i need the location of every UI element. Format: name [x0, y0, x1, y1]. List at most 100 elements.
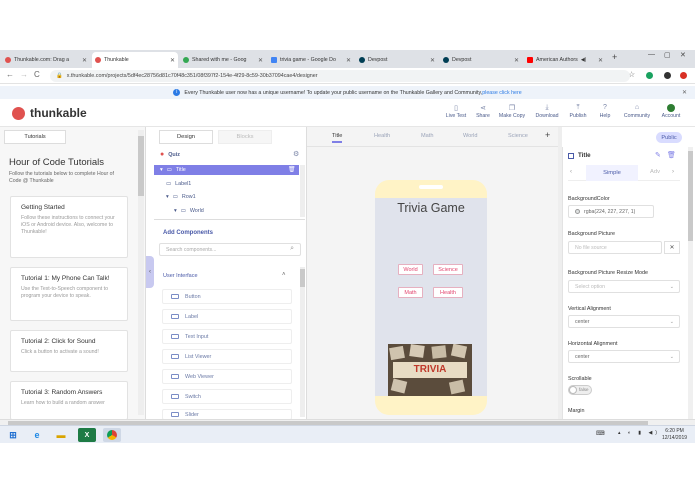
tutorials-scrollbar[interactable]	[138, 130, 144, 415]
tree-app-root[interactable]: ● Quiz	[160, 151, 180, 158]
reload-icon[interactable]: C	[34, 70, 40, 79]
delete-icon[interactable]: 🗑	[667, 151, 676, 159]
browser-tab[interactable]: Thunkable.com: Drag a ✕	[2, 52, 90, 68]
app-screen-preview[interactable]: Trivia Game World Science Math Health TR…	[375, 198, 487, 396]
chrome-icon[interactable]	[103, 428, 121, 442]
start-windows-icon[interactable]: ⊞	[4, 428, 22, 442]
section-user-interface[interactable]: User Interface	[163, 273, 198, 279]
tutorial-card[interactable]: Getting Started Follow these instructions…	[10, 196, 128, 258]
profile-avatar-icon[interactable]	[680, 72, 687, 79]
clear-picture-button[interactable]: ✕	[664, 241, 680, 254]
chevron-up-icon[interactable]: ˄	[282, 272, 286, 278]
help-button[interactable]: ? Help	[591, 104, 619, 119]
forward-icon[interactable]: →	[20, 70, 28, 79]
tree-item-title[interactable]: ▾ ▭ Title	[160, 167, 186, 173]
thunkable-logo[interactable]: thunkable	[12, 106, 87, 120]
chevron-left-icon[interactable]: ‹	[570, 169, 572, 175]
browser-tab[interactable]: Devpost ✕	[440, 52, 522, 68]
resize-mode-select[interactable]: Select option ⌄	[568, 280, 680, 293]
tab-tutorials[interactable]: Tutorials	[4, 130, 66, 144]
search-components-input[interactable]: Search components... ⌕	[159, 243, 301, 256]
trivia-image[interactable]: TRIVIA	[388, 344, 472, 396]
browser-tab[interactable]: American Authors ◀) ✕	[524, 52, 606, 68]
notice-link[interactable]: please click here	[482, 90, 521, 96]
close-icon[interactable]: ✕	[514, 57, 519, 64]
health-button[interactable]: Health	[433, 287, 463, 298]
component-text-input[interactable]: Text Input	[162, 329, 292, 344]
close-icon[interactable]: ✕	[346, 57, 351, 64]
browser-tab-active[interactable]: Thunkable ✕	[92, 52, 178, 68]
component-button[interactable]: Button	[162, 289, 292, 304]
component-list-viewer[interactable]: List Viewer	[162, 349, 292, 364]
screen-tab-world[interactable]: World	[463, 133, 478, 139]
screen-tab-science[interactable]: Science	[508, 133, 528, 139]
minimize-button[interactable]: —	[648, 51, 655, 58]
close-icon[interactable]: ✕	[430, 57, 435, 64]
horizontal-alignment-select[interactable]: center ⌄	[568, 350, 680, 363]
extension-icon[interactable]	[664, 72, 671, 79]
scrollable-toggle[interactable]: false	[568, 385, 592, 395]
science-button[interactable]: Science	[433, 264, 463, 275]
window-close-button[interactable]: ✕	[680, 51, 686, 59]
settings-icon[interactable]: ⚙	[293, 150, 299, 158]
close-icon[interactable]: ✕	[258, 57, 263, 64]
tutorial-card[interactable]: Tutorial 3: Random Answers Learn how to b…	[10, 381, 128, 420]
keyboard-icon[interactable]: ⌨	[596, 430, 605, 437]
tree-scrollbar[interactable]	[300, 165, 305, 217]
browser-tab[interactable]: Shared with me - Goog ✕	[180, 52, 266, 68]
tab-simple[interactable]: Simple	[586, 165, 638, 181]
components-scrollbar[interactable]	[300, 267, 305, 417]
delete-icon[interactable]: 🗑	[288, 166, 296, 173]
url-field[interactable]: 🔒 x.thunkable.com/projects/5df4ec28756d81…	[50, 70, 630, 82]
screen-tab-math[interactable]: Math	[421, 133, 433, 139]
make-copy-button[interactable]: ❐ Make Copy	[498, 104, 526, 119]
tree-item-row1[interactable]: ▾ ▭ Row1	[166, 194, 196, 200]
community-button[interactable]: ⌂ Community	[623, 104, 651, 119]
tab-advanced[interactable]: Adv	[650, 169, 660, 175]
excel-icon[interactable]: X	[78, 428, 96, 442]
close-icon[interactable]: ✕	[170, 57, 175, 64]
tree-item-label1[interactable]: ▭ Label1	[166, 181, 191, 187]
publish-button[interactable]: ⤒ Publish	[564, 104, 592, 119]
file-explorer-icon[interactable]: ▬	[52, 428, 70, 442]
tree-item-world[interactable]: ▾ ▭ World	[174, 208, 204, 214]
system-tray-icons[interactable]: ▴ ◐ ▮ ◀)	[618, 430, 660, 436]
world-button[interactable]: World	[398, 264, 423, 275]
tab-blocks[interactable]: Blocks	[218, 130, 272, 144]
vertical-alignment-select[interactable]: center ⌄	[568, 315, 680, 328]
screen-tab-health[interactable]: Health	[374, 133, 390, 139]
download-button[interactable]: ⤓ Download	[533, 104, 561, 119]
live-test-button[interactable]: ▯ Live Test	[442, 104, 470, 119]
tutorial-card[interactable]: Tutorial 1: My Phone Can Talk! Use the Te…	[10, 267, 128, 321]
properties-scrollbar[interactable]	[688, 147, 693, 420]
component-switch[interactable]: Switch	[162, 389, 292, 404]
new-tab-button[interactable]: +	[612, 52, 617, 62]
maximize-button[interactable]: ▢	[664, 51, 671, 59]
account-button[interactable]: Account	[657, 104, 685, 119]
background-color-field[interactable]: rgba(224, 227, 227, 1)	[568, 205, 654, 218]
screen-tab-title[interactable]: Title	[332, 133, 343, 143]
tutorial-card[interactable]: Tutorial 2: Click for Sound Click a butto…	[10, 330, 128, 372]
browser-tab[interactable]: trivia game - Google Do ✕	[268, 52, 354, 68]
back-icon[interactable]: ←	[6, 70, 14, 79]
share-button[interactable]: ⋖ Share	[469, 104, 497, 119]
collapse-panel-toggle[interactable]: ‹	[146, 256, 154, 288]
edit-icon[interactable]: ✎	[655, 151, 661, 159]
close-icon[interactable]: ✕	[598, 57, 603, 64]
add-screen-button[interactable]: +	[545, 130, 550, 140]
browser-tab[interactable]: Devpost ✕	[356, 52, 438, 68]
close-icon[interactable]: ✕	[82, 57, 87, 64]
app-title-label[interactable]: Trivia Game	[375, 201, 487, 215]
internet-explorer-icon[interactable]: e	[28, 428, 46, 442]
clock[interactable]: 6:20 PM 12/14/2019	[662, 428, 687, 442]
public-toggle[interactable]: Public	[656, 132, 682, 143]
dismiss-icon[interactable]: ✕	[682, 89, 687, 96]
component-label[interactable]: Label	[162, 309, 292, 324]
component-web-viewer[interactable]: Web Viewer	[162, 369, 292, 384]
math-button[interactable]: Math	[398, 287, 423, 298]
button-icon: ▭	[180, 208, 186, 214]
tab-design[interactable]: Design	[159, 130, 213, 144]
chevron-right-icon[interactable]: ›	[672, 169, 674, 175]
extension-icon[interactable]	[646, 72, 653, 79]
background-picture-field[interactable]: No file source	[568, 241, 662, 254]
